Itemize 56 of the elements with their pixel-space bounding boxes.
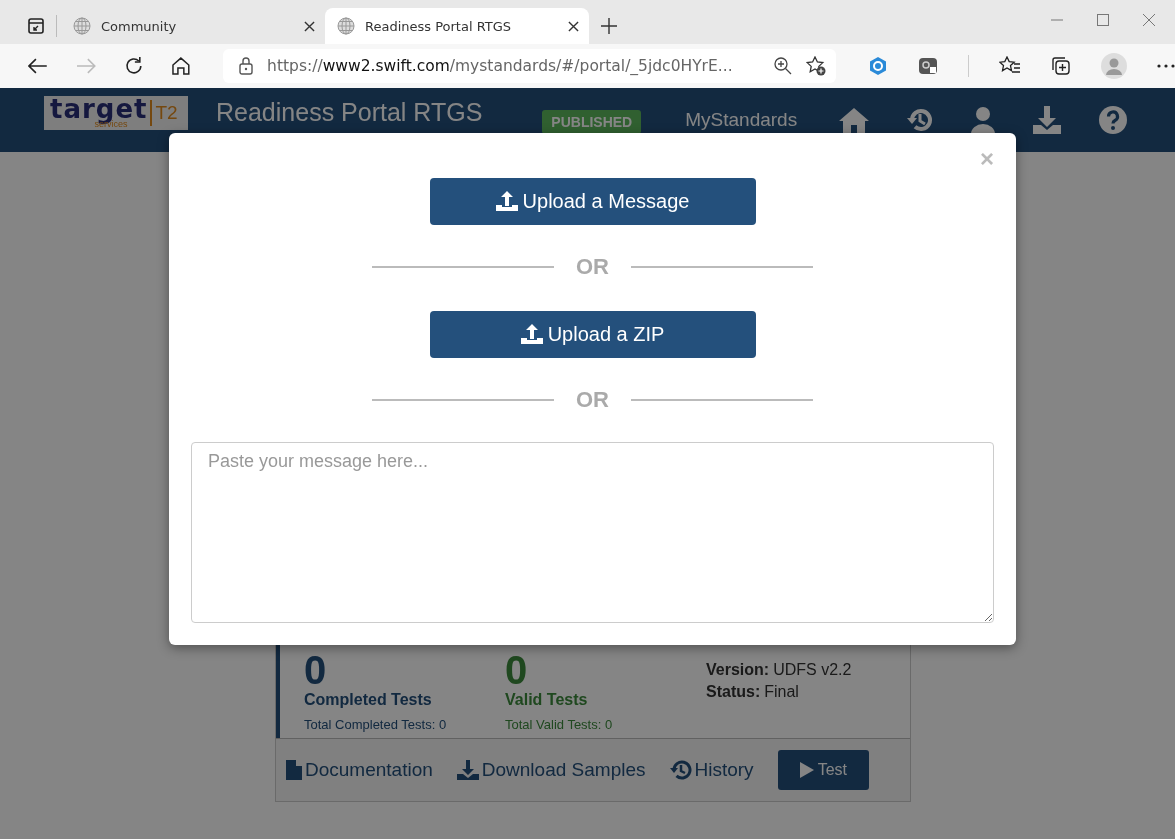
stat-total: Total Completed Tests: 0 [304,717,448,732]
action-link[interactable]: History [669,759,754,781]
history-icon[interactable] [907,107,934,133]
lock-icon [239,57,254,75]
tab-actions-icon[interactable] [28,18,44,34]
home-icon[interactable] [171,56,192,76]
stat-total: Total Valid Tests: 0 [505,717,614,732]
address-bar[interactable]: https://www2.swift.com/mystandards/#/portal/_5jdc0HYrE... [223,49,836,83]
message-input-field[interactable]: Paste your message here... [191,442,994,623]
browser-tab[interactable]: Community [61,8,325,44]
download-icon[interactable] [1033,106,1062,134]
detail-label: Status: [706,683,761,700]
hexagon-extension-icon[interactable] [868,56,888,76]
globe-icon [337,17,355,35]
refresh-icon[interactable] [123,56,144,76]
upload-icon [495,191,518,212]
document-icon [286,760,302,780]
collections-icon[interactable] [1051,56,1071,76]
maximize-icon[interactable] [1097,14,1109,26]
zoom-icon[interactable] [774,57,792,75]
back-icon[interactable] [28,58,48,74]
user-icon[interactable] [971,106,996,134]
test-button[interactable]: Test [777,750,869,790]
separator-text: OR [576,253,609,280]
more-icon[interactable] [1157,64,1175,68]
favorites-icon[interactable] [999,56,1021,76]
mystandards-link[interactable]: MyStandards [685,109,798,131]
separator-text: OR [576,386,609,413]
new-tab-icon[interactable] [601,18,617,34]
history-icon [669,759,692,781]
close-icon[interactable] [304,20,315,32]
status-badge: PUBLISHED [542,110,642,134]
detail-label: Version: [706,661,770,678]
detail-value: UDFS v2.2 [773,661,852,678]
stat-label: Valid Tests [505,691,589,709]
extension-icon[interactable] [918,56,938,76]
portal-title: Readiness Portal RTGS [216,98,483,127]
upload-button[interactable]: Upload a Message [429,178,756,225]
help-icon[interactable] [1099,106,1128,134]
action-link[interactable]: Download Samples [456,759,646,781]
profile-avatar-icon[interactable] [1101,53,1127,79]
detail-value: Final [764,683,799,700]
test-count: 0 [505,651,529,689]
url-text: https://www2.swift.com/mystandards/#/portal/_5jdc0HYrE... [267,57,734,75]
test-count: 0 [304,651,328,689]
stat-label: Completed Tests [304,691,433,709]
globe-icon [73,17,91,35]
upload-icon [520,324,543,345]
close-icon[interactable] [568,20,579,32]
browser-tab[interactable]: Readiness Portal RTGS [325,8,589,44]
target-t2-logo[interactable]: target services T2 [44,96,188,130]
upload-button[interactable]: Upload a ZIP [429,310,756,358]
action-link[interactable]: Documentation [286,759,433,781]
play-icon [799,762,814,778]
add-favorite-icon[interactable] [806,56,826,76]
download-icon [456,760,479,780]
